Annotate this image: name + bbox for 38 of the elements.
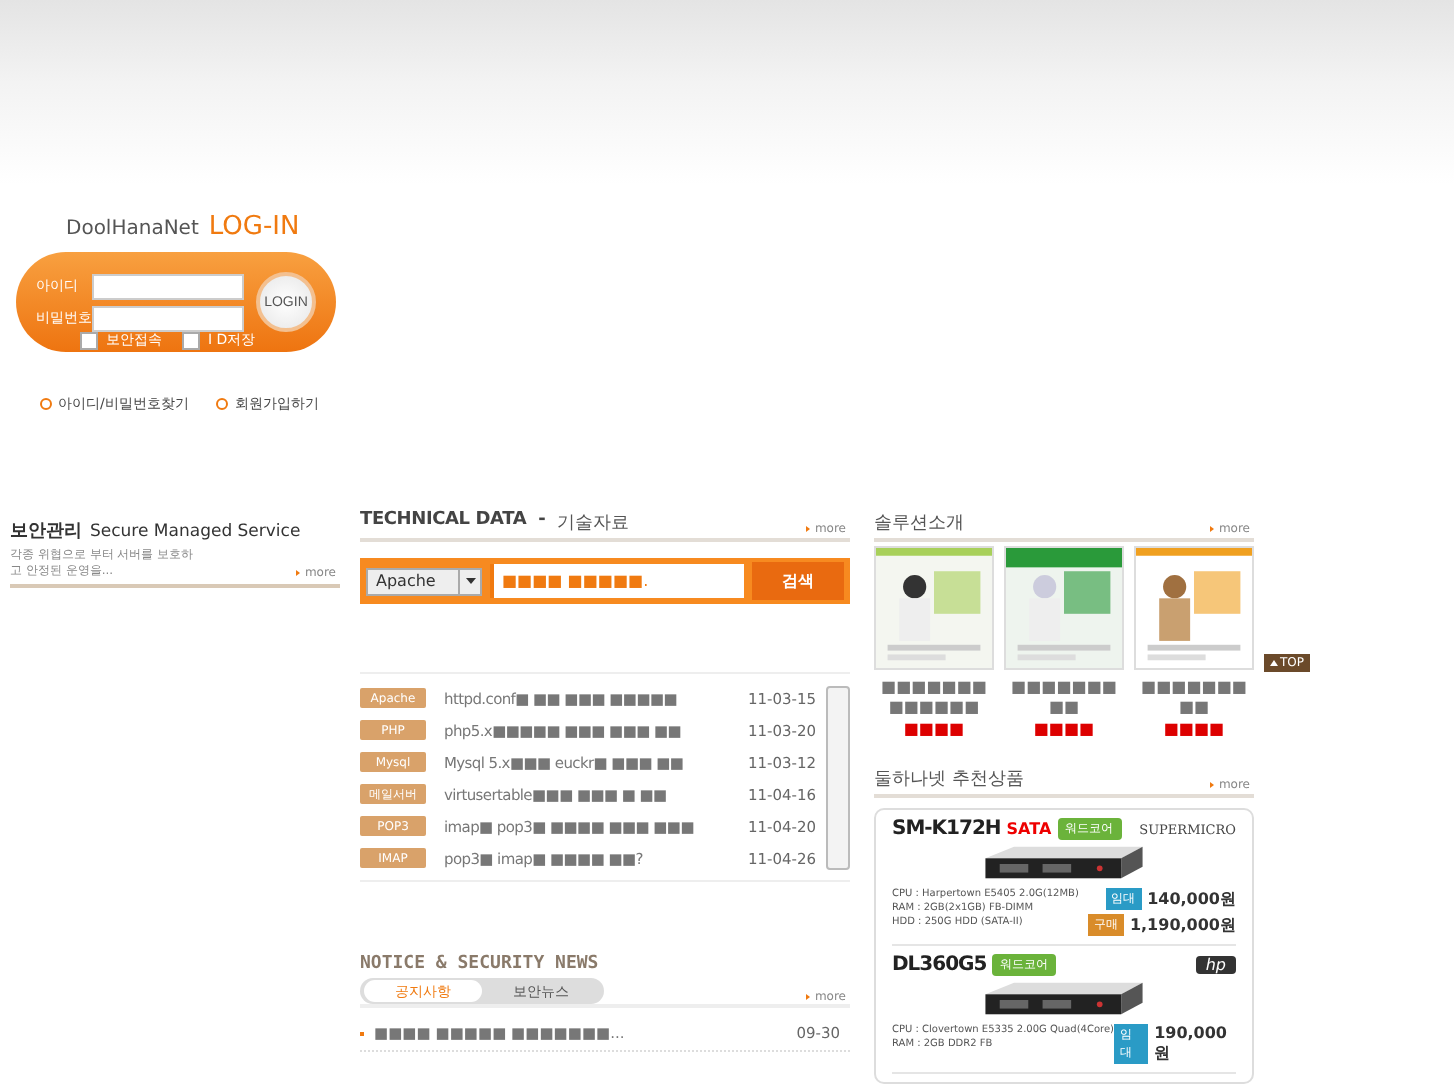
product-tag: SATA [1006,820,1052,838]
product-model[interactable]: SM-K172H [892,818,1001,840]
solution-rating: ■■■■ [1163,720,1225,738]
up-arrow-icon [1270,660,1278,666]
section-title: NOTICE & SECURITY NEWS [360,954,601,974]
bullet-icon [40,398,52,410]
solution-name[interactable]: ■■■■■■■ ■■ [1134,678,1254,718]
category-select[interactable]: Apache [366,567,482,595]
input-field[interactable] [92,273,244,299]
solution-rating: ■■■■ [903,720,965,738]
title-separator: - [538,510,546,534]
bullet-icon [806,994,811,1000]
brand-name: DoolHanaNet [66,218,199,240]
search-field[interactable]: ■■■■ ■■■■■. [490,564,744,598]
section-title: 보안관리 [10,520,82,544]
search-button[interactable]: 검색 [752,562,844,600]
input-field[interactable] [92,305,244,331]
section-title: 기술자료 [557,512,630,536]
bullet-icon [296,570,301,576]
section-title: 둘하나넷 추천상품 [874,768,1024,792]
brand-logo: hp [1195,956,1236,974]
bullet-icon [1210,782,1215,788]
bullet-icon [1210,526,1215,532]
login-title: LOG-IN [208,212,300,242]
price-amount: 140,000원 [1147,888,1236,910]
product-model[interactable]: DL360G5 [892,954,987,976]
bullet-icon [806,526,811,532]
solution-name[interactable]: ■■■■■■■ ■■■■■■ [874,678,994,718]
solution-rating: ■■■■ [1033,720,1095,738]
scrollbar[interactable] [826,686,850,870]
section-title: 솔루션소개 [874,512,964,536]
bullet-icon [216,398,229,410]
price-amount: 1,190,000원 [1129,914,1236,936]
section-subtitle: Secure Managed Service [90,522,301,542]
dropdown-icon [465,578,475,584]
solution-name[interactable]: ■■■■■■■ ■■ [1004,678,1124,718]
price-amount: 190,000 원 [1154,1024,1229,1064]
section-title: TECHNICAL DATA [360,510,527,534]
